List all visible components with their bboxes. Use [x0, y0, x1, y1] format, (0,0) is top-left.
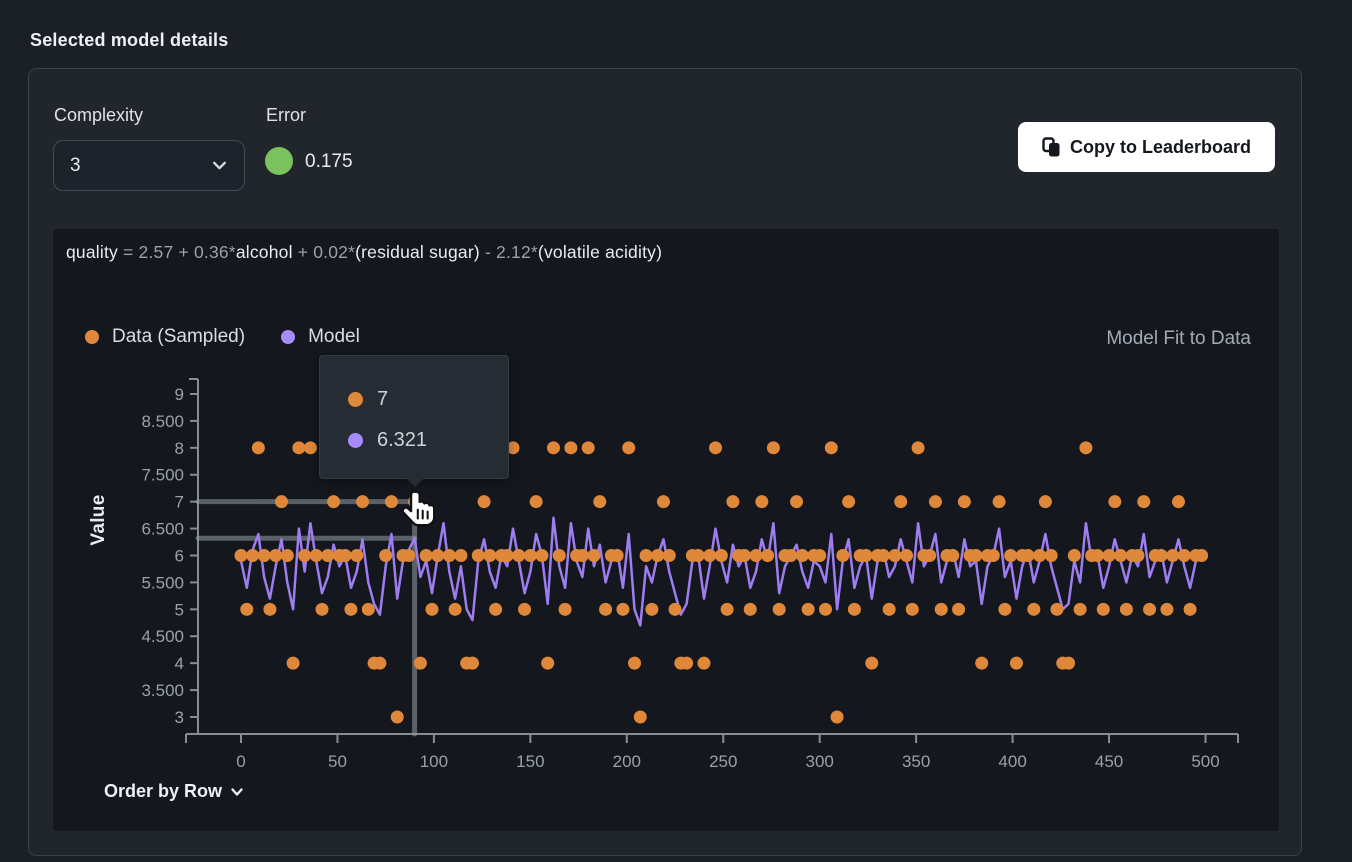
svg-text:7: 7 [175, 493, 184, 512]
order-by-row-dropdown[interactable]: Order by Row [104, 781, 245, 802]
hover-tooltip: 7 6.321 [319, 355, 509, 479]
svg-text:500: 500 [1191, 752, 1219, 771]
chart-container: quality = 2.57 + 0.36*alcohol + 0.02*(re… [53, 229, 1279, 831]
svg-text:5.500: 5.500 [141, 573, 184, 592]
tooltip-data-dot-icon [348, 392, 363, 407]
svg-text:8: 8 [175, 439, 184, 458]
complexity-label: Complexity [54, 105, 143, 126]
svg-text:0: 0 [236, 752, 245, 771]
svg-text:3: 3 [175, 708, 184, 727]
model-details-panel: Complexity 3 Error 0.175 Copy to Leaderb… [28, 68, 1302, 856]
svg-text:6: 6 [175, 546, 184, 565]
order-by-row-label: Order by Row [104, 781, 222, 802]
chevron-down-icon [211, 157, 228, 174]
svg-text:4.500: 4.500 [141, 627, 184, 646]
complexity-value: 3 [70, 155, 81, 177]
tooltip-model-dot-icon [348, 433, 363, 448]
svg-text:450: 450 [1095, 752, 1123, 771]
svg-text:5: 5 [175, 600, 184, 619]
error-value: 0.175 [305, 151, 353, 173]
error-label: Error [266, 105, 306, 126]
chevron-down-icon [229, 784, 245, 800]
svg-text:6.500: 6.500 [141, 520, 184, 539]
copy-button-label: Copy to Leaderboard [1070, 137, 1251, 158]
svg-text:300: 300 [806, 752, 834, 771]
complexity-select[interactable]: 3 [53, 140, 245, 191]
svg-text:200: 200 [613, 752, 641, 771]
error-status-dot [265, 147, 293, 175]
copy-icon [1042, 137, 1061, 158]
page-title: Selected model details [30, 30, 228, 51]
tooltip-model-value: 6.321 [377, 429, 427, 452]
svg-text:250: 250 [709, 752, 737, 771]
svg-text:7.500: 7.500 [141, 466, 184, 485]
svg-text:400: 400 [998, 752, 1026, 771]
svg-text:3.500: 3.500 [141, 681, 184, 700]
svg-text:50: 50 [328, 752, 347, 771]
svg-text:4: 4 [175, 654, 184, 673]
svg-text:100: 100 [420, 752, 448, 771]
svg-text:8.500: 8.500 [141, 412, 184, 431]
tooltip-data-value: 7 [377, 388, 388, 411]
copy-to-leaderboard-button[interactable]: Copy to Leaderboard [1018, 122, 1275, 172]
svg-text:350: 350 [902, 752, 930, 771]
svg-text:150: 150 [516, 752, 544, 771]
svg-text:9: 9 [175, 385, 184, 404]
model-fit-plot[interactable]: 9 8.500 8 7.500 7 6.500 6 5.500 5 4.500 4 3.500 3 0 50… [53, 229, 1279, 831]
